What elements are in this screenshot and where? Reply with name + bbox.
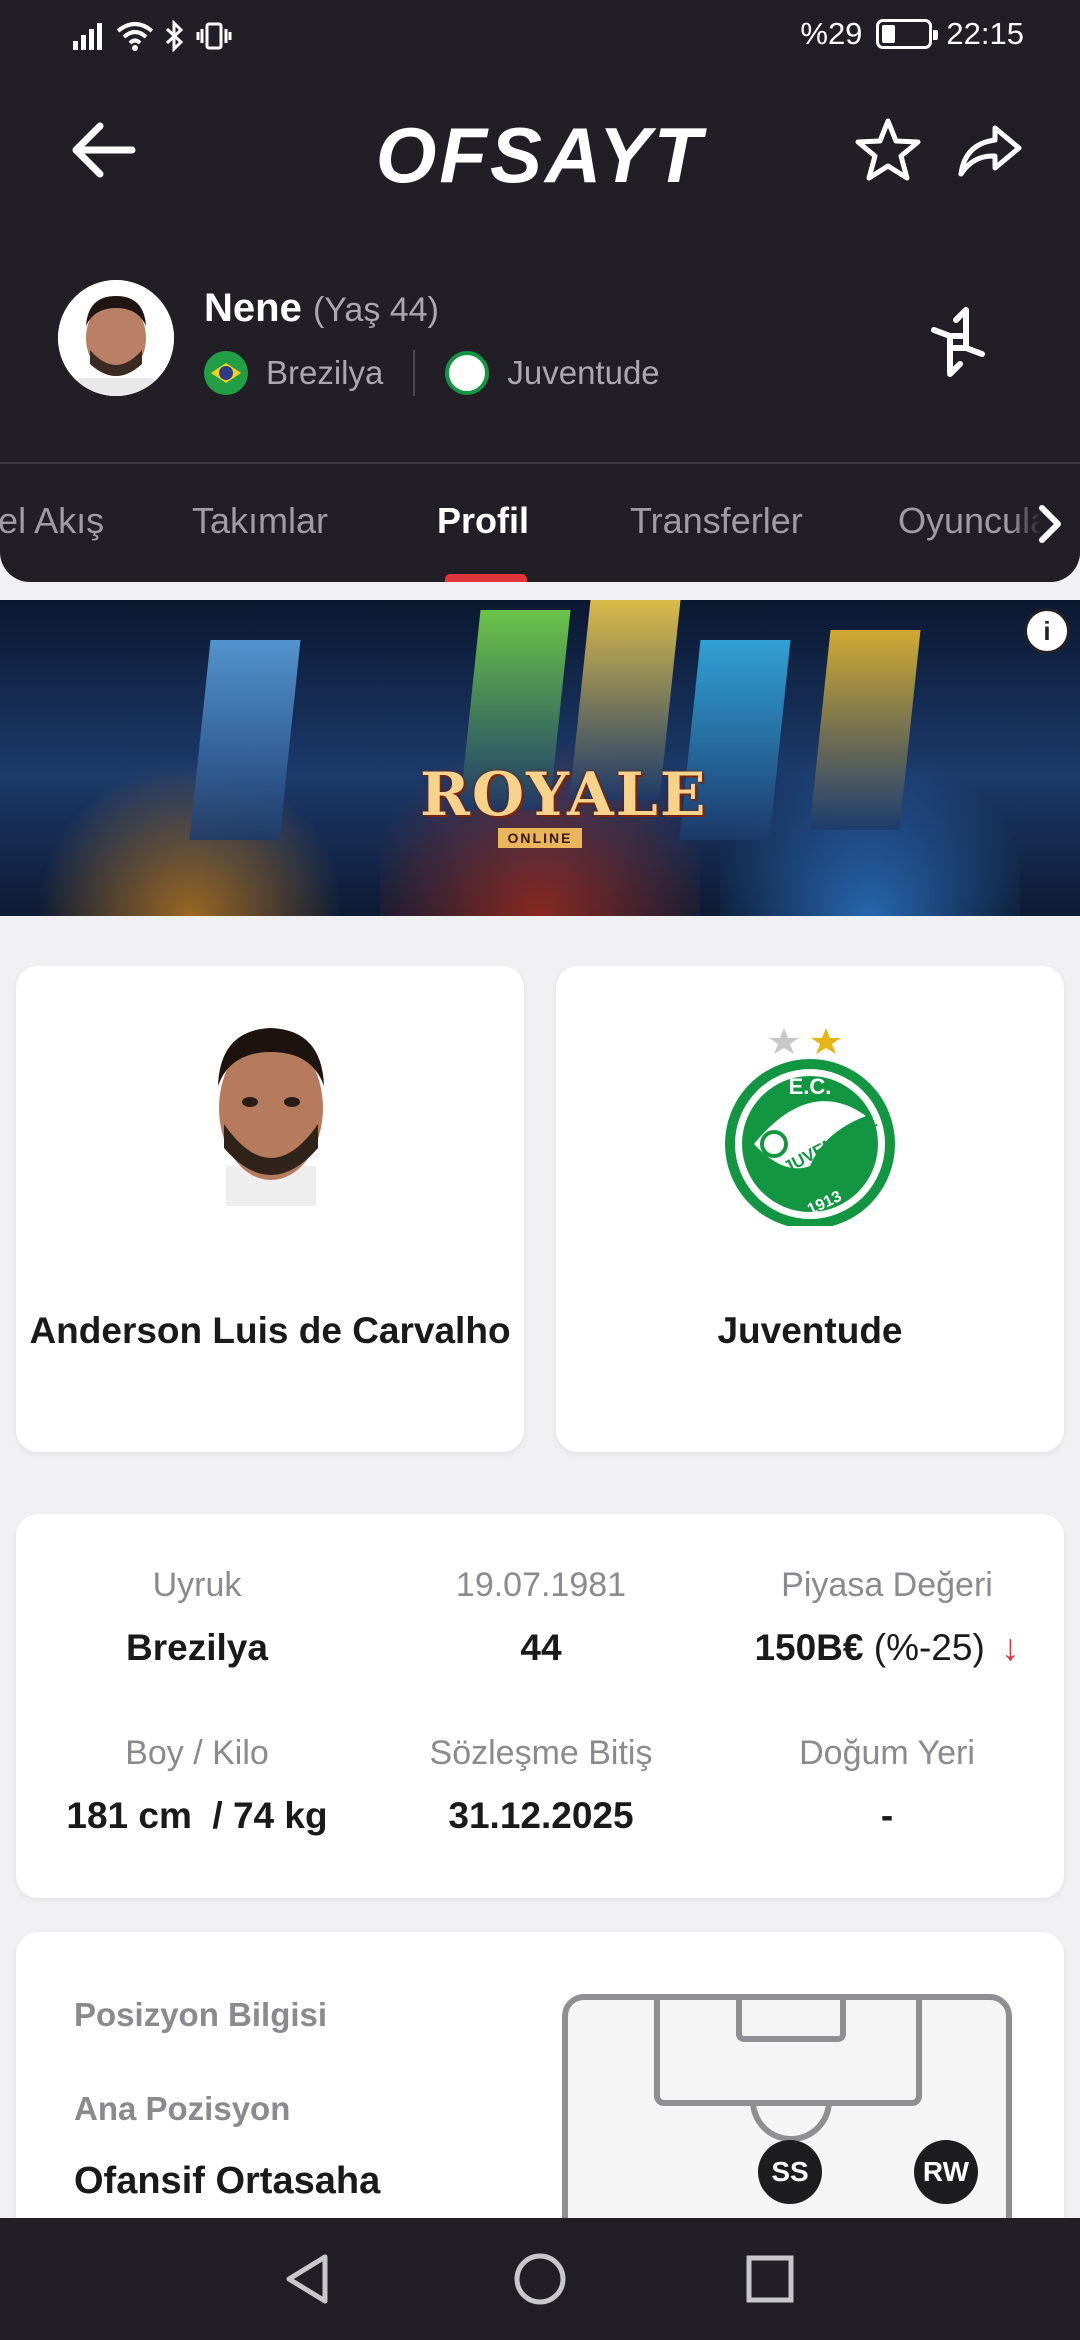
stat-birthplace: Doğum Yeri -	[722, 1734, 1052, 1837]
stat-label: 19.07.1981	[455, 1566, 627, 1604]
club-badge-icon	[445, 351, 490, 395]
club-text[interactable]: Juventude	[507, 354, 659, 392]
share-button[interactable]	[950, 112, 1030, 188]
battery-percent: %29	[800, 16, 863, 51]
active-tab-indicator	[445, 574, 527, 582]
star-icon	[855, 118, 921, 181]
market-value-change: (%-25)	[873, 1627, 985, 1668]
stat-value: 31.12.2025	[448, 1795, 634, 1836]
arrow-down-icon: ↓	[1001, 1627, 1020, 1668]
triangle-back-icon	[286, 2254, 328, 2304]
stat-label: Sözleşme Bitiş	[429, 1734, 653, 1772]
player-photo	[218, 1028, 324, 1206]
pitch-penalty-arc	[750, 2100, 832, 2142]
player-name-text: Nene	[204, 286, 302, 330]
nav-home-button[interactable]	[505, 2244, 575, 2314]
compare-arrows-icon	[931, 307, 985, 377]
stat-label: Doğum Yeri	[799, 1734, 975, 1772]
ad-banner[interactable]: ROYALE ONLINE	[0, 600, 1080, 916]
compare-button[interactable]	[918, 302, 998, 382]
nationality-text[interactable]: Brezilya	[266, 354, 383, 392]
pitch-goal-box	[736, 1994, 846, 2042]
battery-icon	[876, 19, 939, 49]
favorite-button[interactable]	[848, 112, 928, 188]
stat-label: Boy / Kilo	[125, 1734, 269, 1772]
stat-value: 44	[520, 1627, 562, 1668]
ad-info-button[interactable]: i	[1024, 608, 1070, 654]
nav-recents-button[interactable]	[735, 2244, 805, 2314]
stat-label: Piyasa Değeri	[781, 1566, 993, 1604]
tab-bar: Genel Akış Takımlar Profil Transferler O…	[0, 462, 1080, 582]
player-age: (Yaş 44)	[312, 291, 439, 329]
tab-profil[interactable]: Profil	[437, 500, 529, 542]
wifi-icon	[116, 22, 154, 51]
main-position-label: Ana Pozisyon	[74, 2090, 291, 2127]
clock: 22:15	[946, 16, 1024, 51]
stat-value: 181 cm / 74 kg	[66, 1795, 328, 1836]
nav-back-button[interactable]	[272, 2244, 342, 2314]
stat-contract: Sözleşme Bitiş 31.12.2025	[376, 1734, 706, 1837]
svg-text:E.C.: E.C.	[789, 1074, 832, 1099]
position-marker-rw: RW	[914, 2140, 978, 2204]
system-nav-bar	[0, 2218, 1080, 2340]
stat-label: Uyruk	[152, 1566, 242, 1604]
player-stats-card: Uyruk Brezilya 19.07.1981 44 Piyasa Değe…	[16, 1514, 1064, 1898]
player-header-name: Nene (Yaş 44)	[204, 286, 439, 331]
vibrate-icon	[196, 22, 232, 50]
tab-takimlar[interactable]: Takımlar	[192, 500, 328, 542]
stat-value: Brezilya	[126, 1627, 268, 1668]
market-value-amount: 150B€	[754, 1627, 864, 1668]
player-face-icon	[58, 280, 174, 396]
tab-transferler[interactable]: Transferler	[630, 500, 803, 542]
bluetooth-icon	[165, 20, 184, 52]
stat-birthdate: 19.07.1981 44	[376, 1566, 706, 1669]
player-full-name: Anderson Luis de Carvalho	[29, 1310, 511, 1351]
position-marker-ss: SS	[758, 2140, 822, 2204]
signal-icon	[73, 23, 102, 50]
stat-value: -	[880, 1795, 894, 1836]
stat-height-weight: Boy / Kilo 181 cm / 74 kg	[32, 1734, 362, 1837]
tabs-scroll-right-button[interactable]	[1010, 464, 1080, 582]
position-heading: Posizyon Bilgisi	[74, 1996, 328, 2033]
main-position-value: Ofansif Ortasaha	[74, 2160, 381, 2202]
info-icon: i	[1043, 615, 1051, 646]
app-header: OFSAYT Nene (Yaş 44) Brezilya Juventude	[0, 72, 1080, 462]
chevron-right-icon	[1039, 505, 1061, 543]
meta-divider	[413, 350, 416, 396]
share-icon	[958, 125, 1022, 177]
juventude-logo: E.C. JUVENTUDE 1913	[725, 1028, 895, 1226]
circle-home-icon	[514, 2253, 566, 2305]
stat-market-value: Piyasa Değeri 150B€ (%-25) ↓	[722, 1566, 1052, 1669]
brazil-flag-icon	[204, 351, 248, 395]
stat-value: 150B€ (%-25) ↓	[722, 1627, 1052, 1669]
player-avatar	[58, 280, 174, 396]
player-meta-row: Brezilya Juventude	[204, 350, 660, 396]
status-bar: %29 22:15	[0, 0, 1080, 72]
player-photo-card: Anderson Luis de Carvalho	[16, 966, 524, 1452]
club-card[interactable]: E.C. JUVENTUDE 1913 Juventude	[556, 966, 1064, 1452]
tab-genel-akis[interactable]: Genel Akış	[0, 500, 104, 542]
club-name: Juventude	[717, 1310, 903, 1351]
square-recents-icon	[746, 2255, 794, 2303]
stat-nationality: Uyruk Brezilya	[32, 1566, 362, 1669]
banner-game-logo: ROYALE ONLINE	[420, 760, 708, 848]
